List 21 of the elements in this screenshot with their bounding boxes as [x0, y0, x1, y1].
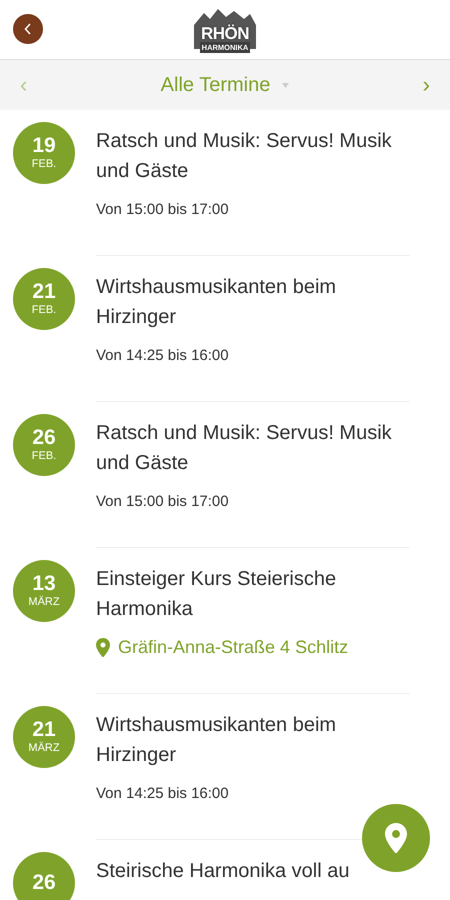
event-title[interactable]: Steirische Harmonika voll au [96, 856, 350, 886]
date-badge: 26 [13, 852, 75, 900]
date-badge: 19 FEB. [13, 122, 75, 184]
event-time: Von 14:25 bis 16:00 [96, 347, 230, 364]
back-icon [24, 23, 32, 35]
location-pin-icon [385, 822, 407, 854]
event-title[interactable]: Wirtshausmusikanten beim Hirzinger [96, 272, 410, 332]
event-title[interactable]: Ratsch und Musik: Servus! Musik und Gäste [96, 418, 410, 478]
back-button[interactable] [13, 14, 43, 44]
date-badge: 13 MÄRZ [13, 560, 75, 622]
event-title[interactable]: Wirtshausmusikanten beim Hirzinger [96, 710, 410, 770]
event-time: Von 14:25 bis 16:00 [96, 785, 230, 802]
date-badge: 21 MÄRZ [13, 706, 75, 768]
event-title[interactable]: Ratsch und Musik: Servus! Musik und Gäste [96, 126, 410, 186]
date-badge: 21 FEB. [13, 268, 75, 330]
event-time: Von 15:00 bis 17:00 [96, 201, 230, 218]
location-pin-icon [96, 638, 110, 658]
event-time: Von 15:00 bis 17:00 [96, 493, 230, 510]
event-title[interactable]: Einsteiger Kurs Steierische Harmonika [96, 564, 410, 624]
date-badge: 26 FEB. [13, 414, 75, 476]
dropdown-icon [282, 82, 290, 88]
